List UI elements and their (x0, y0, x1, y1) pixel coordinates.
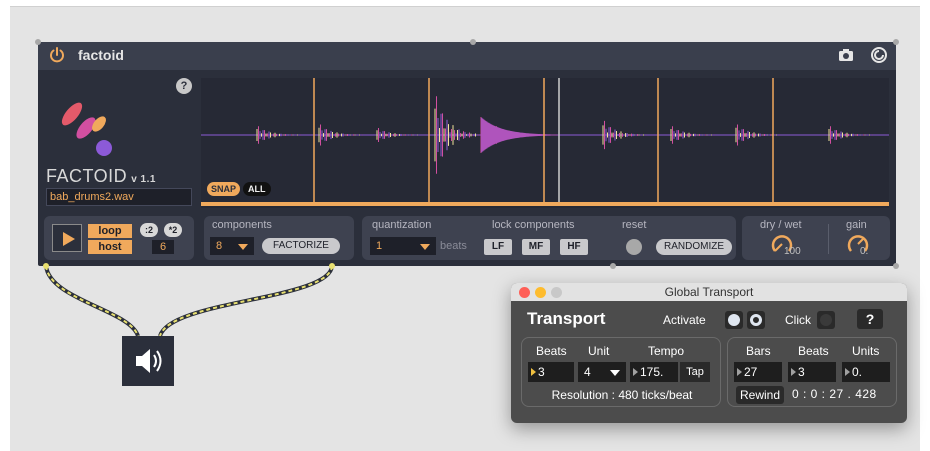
help-button[interactable]: ? (857, 309, 883, 329)
window-title: Global Transport (664, 285, 754, 299)
time-signature-panel: Beats Unit Tempo 3 4 175. Tap Resolution… (521, 337, 721, 407)
chevron-down-icon (610, 370, 620, 376)
toggle-indicator (728, 314, 740, 326)
number-arrow-icon (633, 368, 638, 376)
resolution-label: Resolution : 480 ticks/beat (551, 388, 693, 402)
speaker-icon (136, 349, 162, 373)
tempo-number[interactable]: 175. (630, 362, 678, 382)
tempo-header: Tempo (648, 344, 685, 358)
max-patcher-window: factoid ? FACTOIDv 1.1 bab_drums2.wav S (0, 0, 930, 451)
unit-header: Unit (588, 344, 610, 358)
time-readout: 0 : 0 : 27 . 428 (792, 387, 877, 401)
click-toggle[interactable] (817, 311, 835, 329)
units-header: Units (852, 344, 880, 358)
activate-button[interactable] (747, 311, 765, 329)
tempo-value: 175. (640, 365, 664, 379)
position-panel: Bars Beats Units 27 3 0. Rewind 0 : 0 : … (727, 337, 897, 407)
beats-value: 3 (538, 365, 545, 379)
beats-header: Beats (536, 344, 567, 358)
toggle-indicator (750, 314, 762, 326)
rewind-button[interactable]: Rewind (736, 386, 784, 404)
units-value: 0. (852, 365, 863, 379)
outlet-port[interactable] (43, 263, 49, 269)
beats-number[interactable]: 3 (528, 362, 574, 382)
unit-dropdown[interactable]: 4 (578, 362, 626, 382)
window-titlebar: Global Transport (511, 283, 907, 301)
global-transport-window: Global Transport Transport Activate Clic… (511, 283, 907, 423)
number-arrow-icon (845, 368, 850, 376)
bars-header: Bars (746, 344, 771, 358)
unit-value: 4 (584, 365, 591, 379)
position-beats-value: 3 (798, 365, 805, 379)
beats-header: Beats (798, 344, 829, 358)
bars-number[interactable]: 27 (734, 362, 782, 382)
activate-toggle[interactable] (725, 311, 743, 329)
position-beats-number[interactable]: 3 (788, 362, 836, 382)
number-arrow-icon (737, 368, 742, 376)
outlet-port[interactable] (329, 263, 335, 269)
tap-button[interactable]: Tap (680, 362, 710, 382)
number-arrow-icon (791, 368, 796, 376)
transport-heading: Transport (527, 309, 606, 328)
units-number[interactable]: 0. (842, 362, 890, 382)
speaker-object[interactable] (122, 336, 174, 386)
activate-label: Activate (663, 313, 706, 327)
number-arrow-icon (531, 368, 536, 376)
click-label: Click (785, 313, 811, 327)
bars-value: 27 (744, 365, 758, 379)
toggle-indicator (820, 314, 832, 326)
